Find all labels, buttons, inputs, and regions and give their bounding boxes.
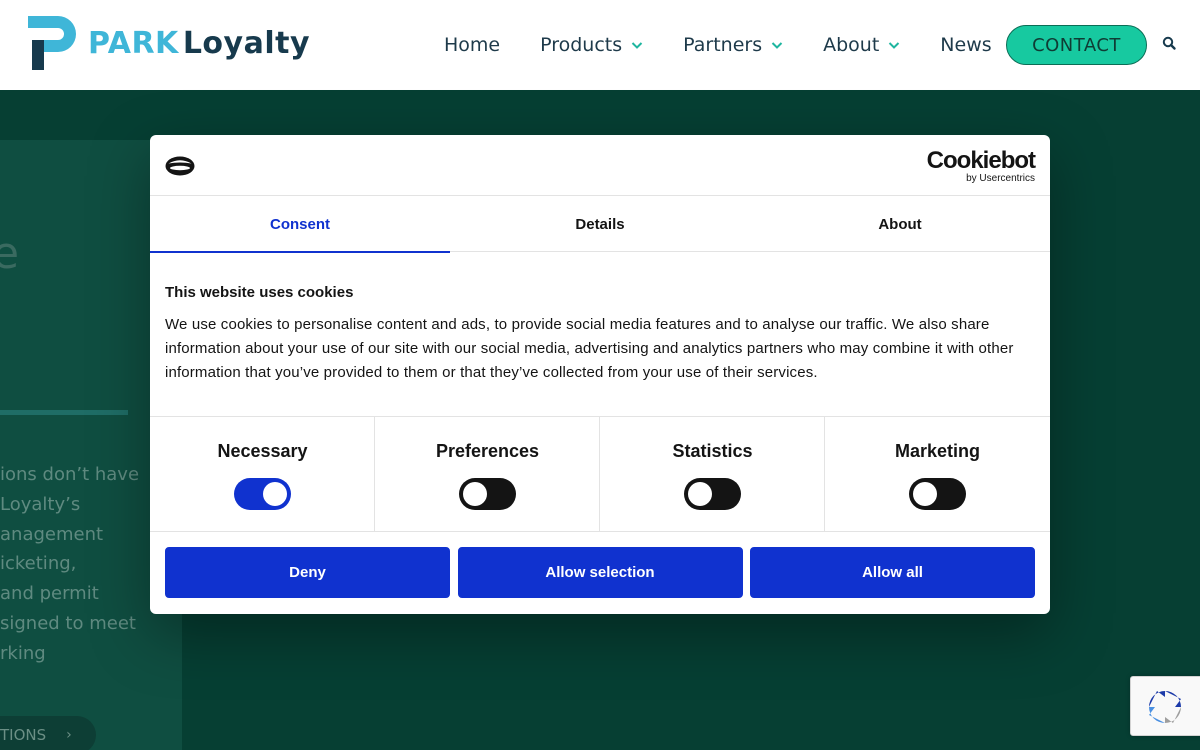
dialog-actions: Deny Allow selection Allow all [165, 547, 1035, 598]
toggle-knob [688, 482, 712, 506]
dialog-tabs: Consent Details About [150, 196, 1050, 253]
necessary-toggle[interactable] [234, 478, 291, 510]
site-header: PARK Loyalty Home Products Partners About… [0, 0, 1200, 90]
category-label: Preferences [435, 441, 540, 461]
tab-consent[interactable]: Consent [150, 196, 450, 253]
dialog-header: Cookiebot by Usercentrics [150, 135, 1050, 196]
category-label: Statistics [672, 441, 753, 461]
nav-item-products[interactable]: Products [540, 34, 643, 56]
contact-button[interactable]: CONTACT [1006, 25, 1147, 65]
hero-divider [0, 410, 128, 415]
hero-cta-button[interactable]: TIONS › [0, 716, 96, 750]
cookiebot-by: by Usercentrics [966, 173, 1035, 184]
site-logo[interactable]: PARK Loyalty [24, 12, 310, 74]
logo-park: PARK [88, 25, 179, 61]
hero-text-line: rking [0, 642, 46, 664]
category-necessary: Necessary [150, 417, 375, 532]
marketing-toggle[interactable] [909, 478, 966, 510]
category-marketing: Marketing [825, 417, 1050, 532]
dialog-description: We use cookies to personalise content an… [165, 316, 1014, 381]
park-logo-icon [28, 16, 76, 70]
category-preferences: Preferences [375, 417, 600, 532]
main-nav: Home Products Partners About News [444, 25, 1012, 65]
toggle-knob [463, 482, 487, 506]
deny-button[interactable]: Deny [165, 547, 450, 598]
recaptcha-badge[interactable] [1130, 676, 1200, 736]
allow-selection-button[interactable]: Allow selection [457, 547, 743, 598]
hero-heading: e [0, 228, 20, 279]
cookie-categories: Necessary Preferences Statistics Marketi… [150, 416, 1050, 532]
chevron-down-icon [631, 42, 643, 49]
cookiebot-name: Cookiebot [926, 147, 1036, 174]
allow-all-button[interactable]: Allow all [750, 547, 1035, 598]
chevron-down-icon [771, 42, 783, 49]
preferences-toggle[interactable] [459, 478, 516, 510]
tab-details[interactable]: Details [450, 196, 750, 252]
cookie-consent-dialog: Cookiebot by Usercentrics Consent Detail… [150, 135, 1050, 614]
toggle-knob [263, 482, 287, 506]
cookie-icon [165, 156, 195, 176]
category-label: Marketing [894, 441, 981, 461]
search-icon[interactable] [1160, 34, 1180, 54]
category-label: Necessary [217, 441, 308, 461]
cookiebot-logo[interactable]: Cookiebot by Usercentrics [926, 147, 1036, 184]
chevron-right-icon: › [66, 727, 72, 743]
tab-about[interactable]: About [750, 196, 1050, 252]
chevron-down-icon [889, 42, 900, 49]
nav-item-partners[interactable]: Partners [683, 34, 783, 56]
recaptcha-icon [1149, 691, 1181, 723]
statistics-toggle[interactable] [684, 478, 741, 510]
logo-loyalty: Loyalty [182, 25, 311, 61]
nav-item-label: News [940, 34, 992, 56]
dialog-body: This website uses cookies We use cookies… [165, 283, 1035, 385]
nav-item-label: Home [444, 34, 501, 56]
nav-item-label: About [823, 34, 880, 56]
logo-text: PARK Loyalty [88, 26, 310, 61]
toggle-knob [913, 482, 937, 506]
nav-item-label: Partners [683, 34, 763, 56]
nav-item-about[interactable]: About [823, 34, 900, 56]
category-statistics: Statistics [600, 417, 825, 532]
hero-cta-label: TIONS [0, 726, 47, 744]
nav-item-home[interactable]: Home [444, 34, 500, 56]
nav-item-news[interactable]: News [940, 34, 991, 56]
nav-item-label: Products [540, 34, 623, 56]
dialog-title: This website uses cookies [165, 284, 354, 301]
